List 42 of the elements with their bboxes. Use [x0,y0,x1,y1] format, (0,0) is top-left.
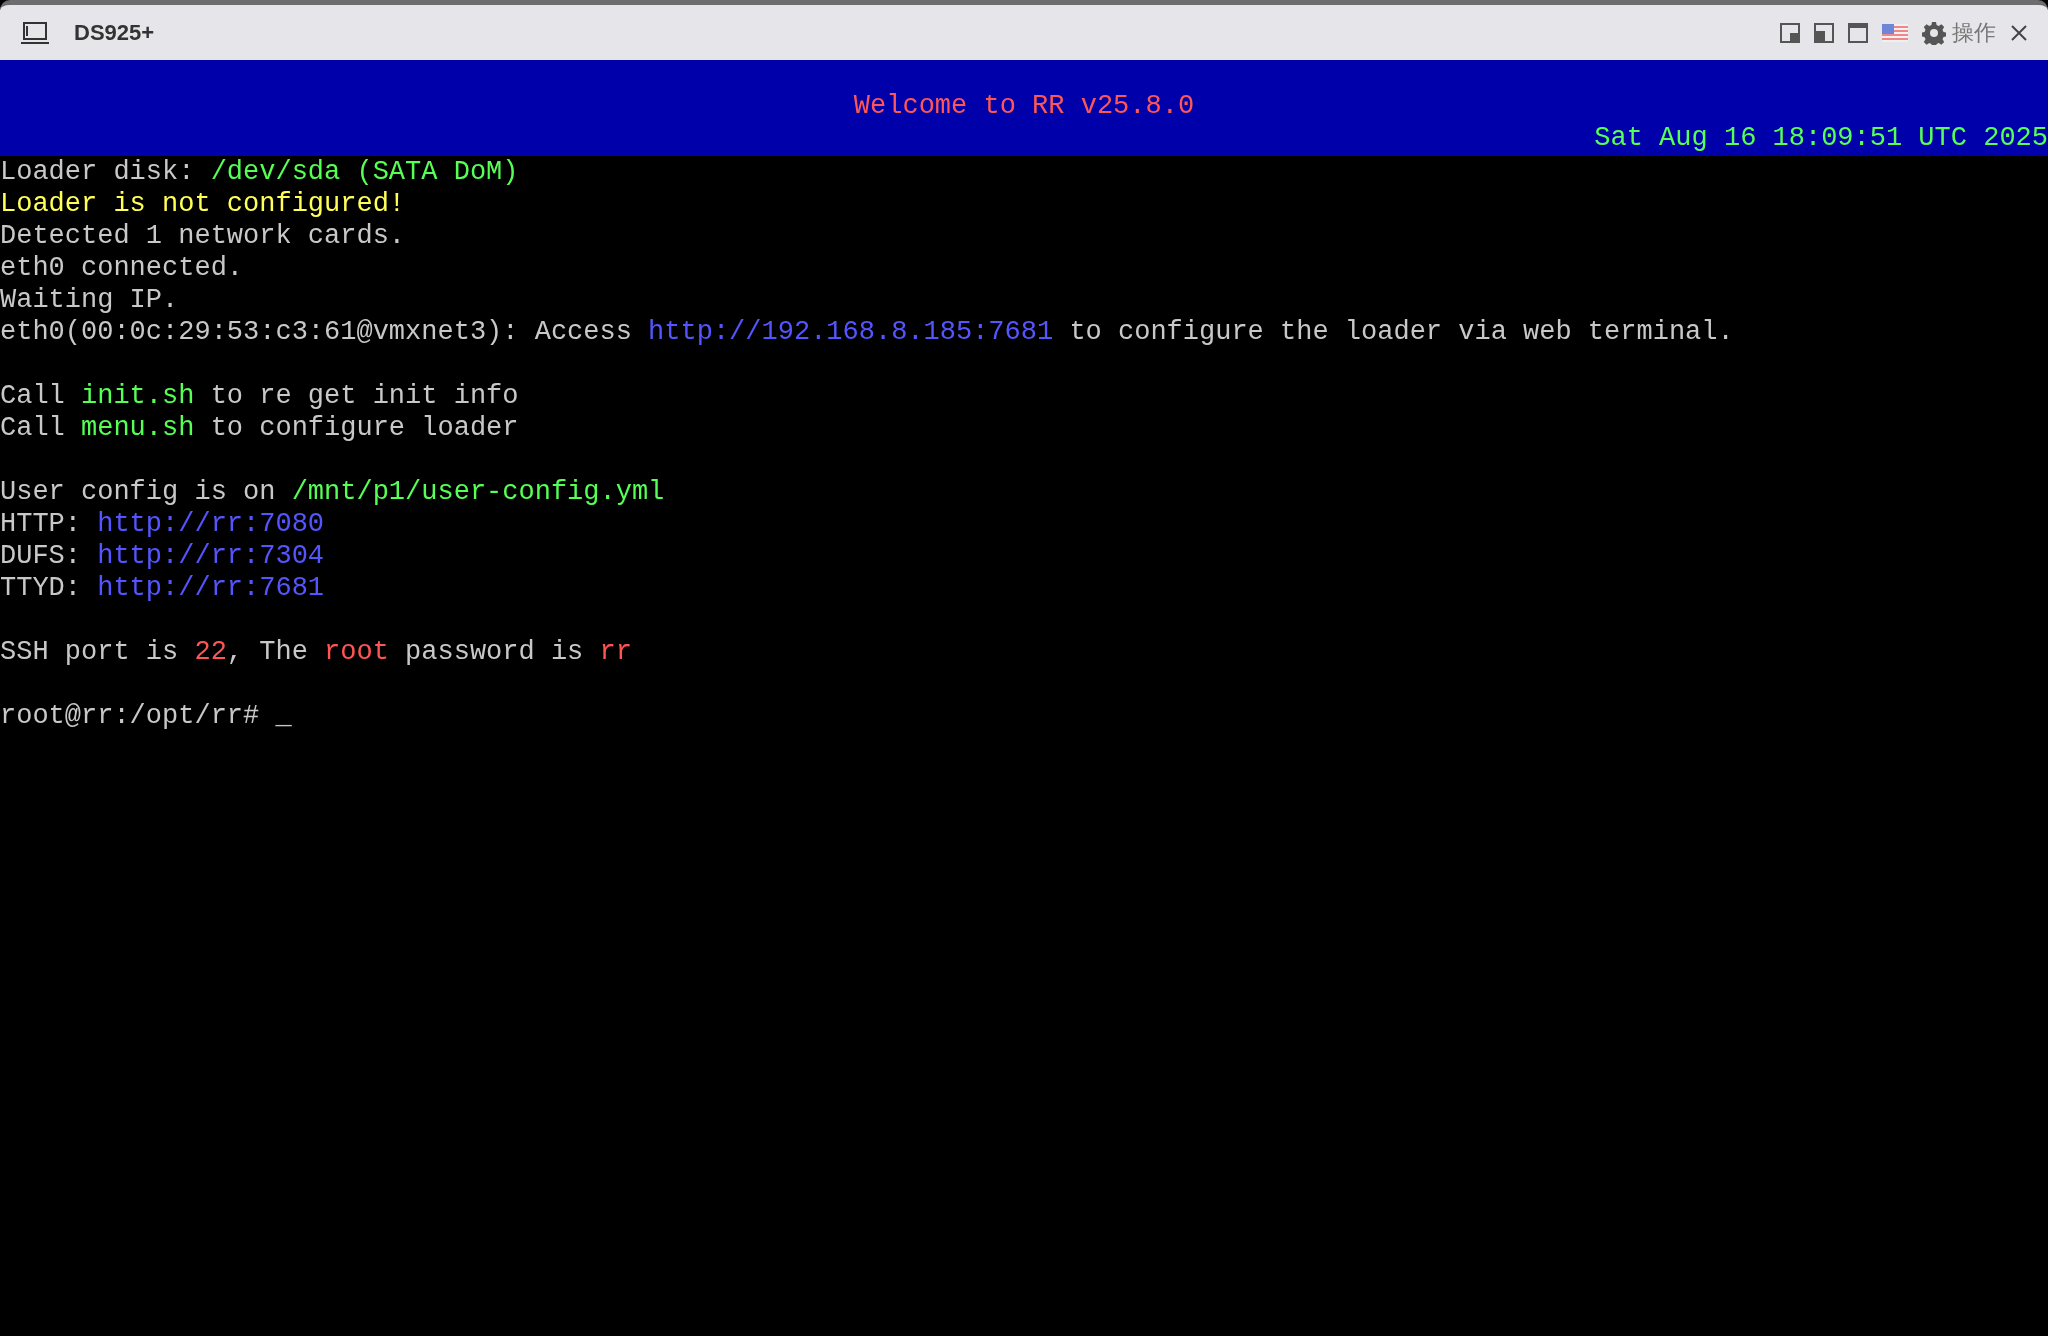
terminal-text: init.sh [81,380,195,412]
window-layout-icon[interactable] [1780,22,1800,43]
clock-text: Sat Aug 16 18:09:51 UTC 2025 [1594,122,2048,154]
terminal-text: to configure the loader via web terminal. [1068,316,1734,348]
terminal-text: menu.sh [81,412,195,444]
settings-icon[interactable] [1922,20,1946,45]
terminal-text: http://192.168.8.185:7681 [648,316,1054,348]
close-icon[interactable] [2010,23,2028,42]
terminal-text: rr [599,636,632,668]
actions-menu[interactable]: 操作 [1952,16,1996,49]
terminal-text: /mnt/p1/user-config.yml [291,476,665,508]
terminal-text: TTYD: [0,572,82,604]
window-title: DS925+ [74,19,155,47]
terminal-text: Call [0,412,66,444]
terminal-text: http://rr:7080 [97,508,325,540]
terminal-text: http://rr:7681 [97,572,325,604]
terminal-text: User config is on [0,476,277,508]
terminal-text: Waiting IP. [0,284,179,316]
terminal-text: password is [404,636,585,668]
terminal-text: DUFS: [0,540,82,572]
terminal-text: root@rr:/opt/rr# [0,700,261,732]
welcome-title: Welcome to RR v25.8.0 [853,90,1195,122]
terminal-text: _ [275,700,292,732]
flag-icon[interactable] [1882,23,1908,42]
terminal-text: root [324,636,389,668]
window-layout-icon[interactable] [1814,22,1834,43]
terminal-text: Call [0,380,66,412]
terminal-text: , The [226,636,309,668]
terminal-text: Loader disk: [0,156,196,188]
terminal-text: eth0 connected. [0,252,244,284]
terminal-text: SSH port is [0,636,180,668]
maximize-icon[interactable] [1848,22,1868,43]
terminal-text: /dev/sda (SATA DoM) [210,156,519,188]
terminal-text: Detected 1 network cards. [0,220,406,252]
terminal-text: to configure loader [209,412,519,444]
terminal-text: http://rr:7304 [97,540,325,572]
terminal-text: to re get init info [209,380,519,412]
terminal-text: 22 [194,636,227,668]
terminal-text: eth0(00:0c:29:53:c3:61@vmxnet3): Access [0,316,633,348]
laptop-icon [20,20,50,45]
terminal-text: HTTP: [0,508,82,540]
terminal-text: Loader is not configured! [0,188,406,220]
